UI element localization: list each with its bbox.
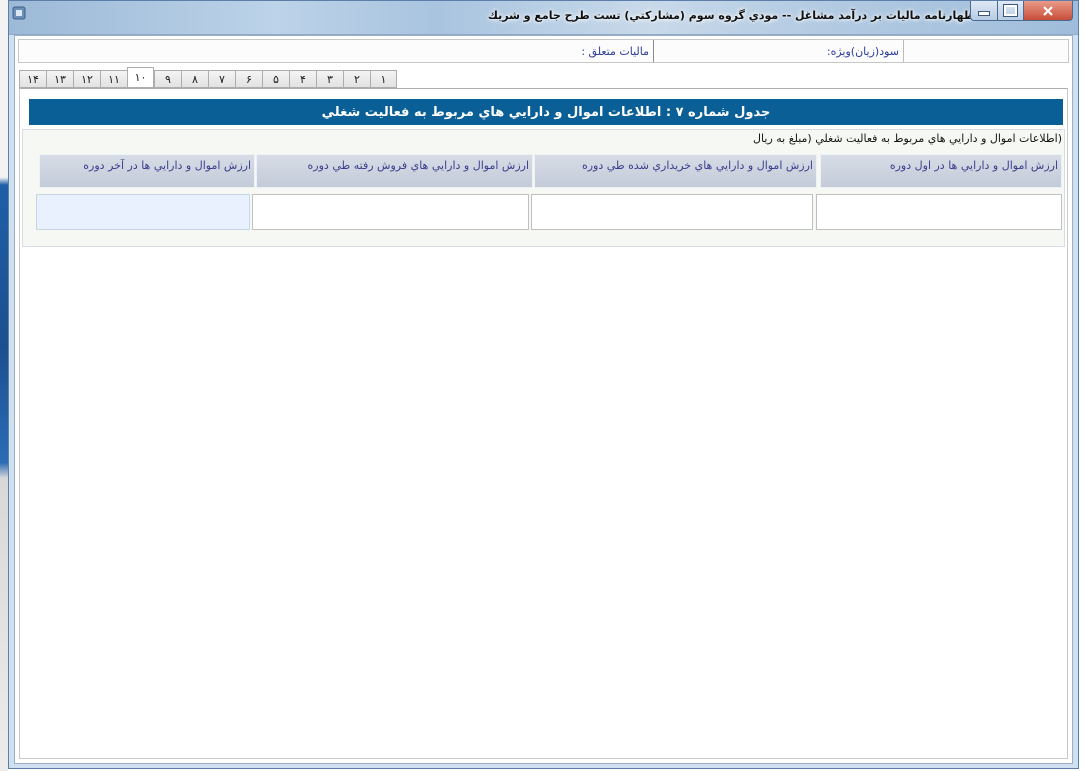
sold-during-period-input[interactable] xyxy=(252,194,529,230)
table-7-title: جدول شماره ۷ : اطلاعات اموال و دارايي ها… xyxy=(29,99,1063,125)
tab-2[interactable]: ۲ xyxy=(343,70,370,88)
col-header-start-of-period: ارزش اموال و دارايي ها در اول دوره xyxy=(820,154,1062,188)
tab-11[interactable]: ۱۱ xyxy=(100,70,127,88)
col-header-sold-during-period: ارزش اموال و دارايي هاي فروش رفته طي دور… xyxy=(256,154,533,188)
tab-12[interactable]: ۱۲ xyxy=(73,70,100,88)
tax-due-field: ماليات متعلق : xyxy=(581,44,649,58)
close-icon xyxy=(1043,5,1053,16)
window-title: اظهارنامه ماليات بر درآمد مشاغل -- مودي … xyxy=(487,9,978,22)
close-button[interactable] xyxy=(1023,1,1073,21)
tab-8[interactable]: ۸ xyxy=(181,70,208,88)
tab-7[interactable]: ۷ xyxy=(208,70,235,88)
maximize-button[interactable] xyxy=(997,1,1024,21)
summary-bar: سود(زيان)ويژه: ماليات متعلق : xyxy=(18,39,1069,63)
minimize-button[interactable] xyxy=(970,1,998,21)
tab-3[interactable]: ۳ xyxy=(316,70,343,88)
tab-4[interactable]: ۴ xyxy=(289,70,316,88)
tab-10[interactable]: ۱۰ xyxy=(127,67,154,88)
title-bar[interactable]: اظهارنامه ماليات بر درآمد مشاغل -- مودي … xyxy=(9,1,1078,35)
assets-table-caption: (اطلاعات اموال و دارايي هاي مربوط به فعا… xyxy=(753,132,1062,145)
maximize-icon xyxy=(1003,4,1018,17)
assets-table-frame: (اطلاعات اموال و دارايي هاي مربوط به فعا… xyxy=(22,129,1065,247)
tab-9[interactable]: ۹ xyxy=(154,70,181,88)
minimize-icon xyxy=(978,11,990,16)
tab-5[interactable]: ۵ xyxy=(262,70,289,88)
purchased-during-period-input[interactable] xyxy=(531,194,813,230)
col-header-end-of-period: ارزش اموال و دارايي ها در آخر دوره xyxy=(39,154,255,188)
tab-14[interactable]: ۱۴ xyxy=(19,70,46,88)
client-area: سود(زيان)ويژه: ماليات متعلق : ۱۴ ۱۳ ۱۲ ۱۱ ۱۰… xyxy=(14,35,1073,764)
start-of-period-input[interactable] xyxy=(816,194,1062,230)
col-header-purchased-during-period: ارزش اموال و دارايي هاي خريداري شده طي د… xyxy=(534,154,817,188)
tab-1[interactable]: ۱ xyxy=(370,70,397,88)
tab-6[interactable]: ۶ xyxy=(235,70,262,88)
app-icon[interactable] xyxy=(11,5,27,21)
tab-13[interactable]: ۱۳ xyxy=(46,70,73,88)
desktop-background xyxy=(0,0,8,771)
end-of-period-value xyxy=(36,194,250,230)
net-profit-field: سود(زيان)ويژه: xyxy=(653,40,903,62)
tab-panel: جدول شماره ۷ : اطلاعات اموال و دارايي ها… xyxy=(19,88,1068,759)
form-tabs: ۱۴ ۱۳ ۱۲ ۱۱ ۱۰ ۹ ۸ ۷ ۶ ۵ ۴ ۳ ۲ ۱ xyxy=(19,67,397,89)
app-window: اظهارنامه ماليات بر درآمد مشاغل -- مودي … xyxy=(8,0,1079,769)
summary-blank-field xyxy=(903,40,1068,62)
